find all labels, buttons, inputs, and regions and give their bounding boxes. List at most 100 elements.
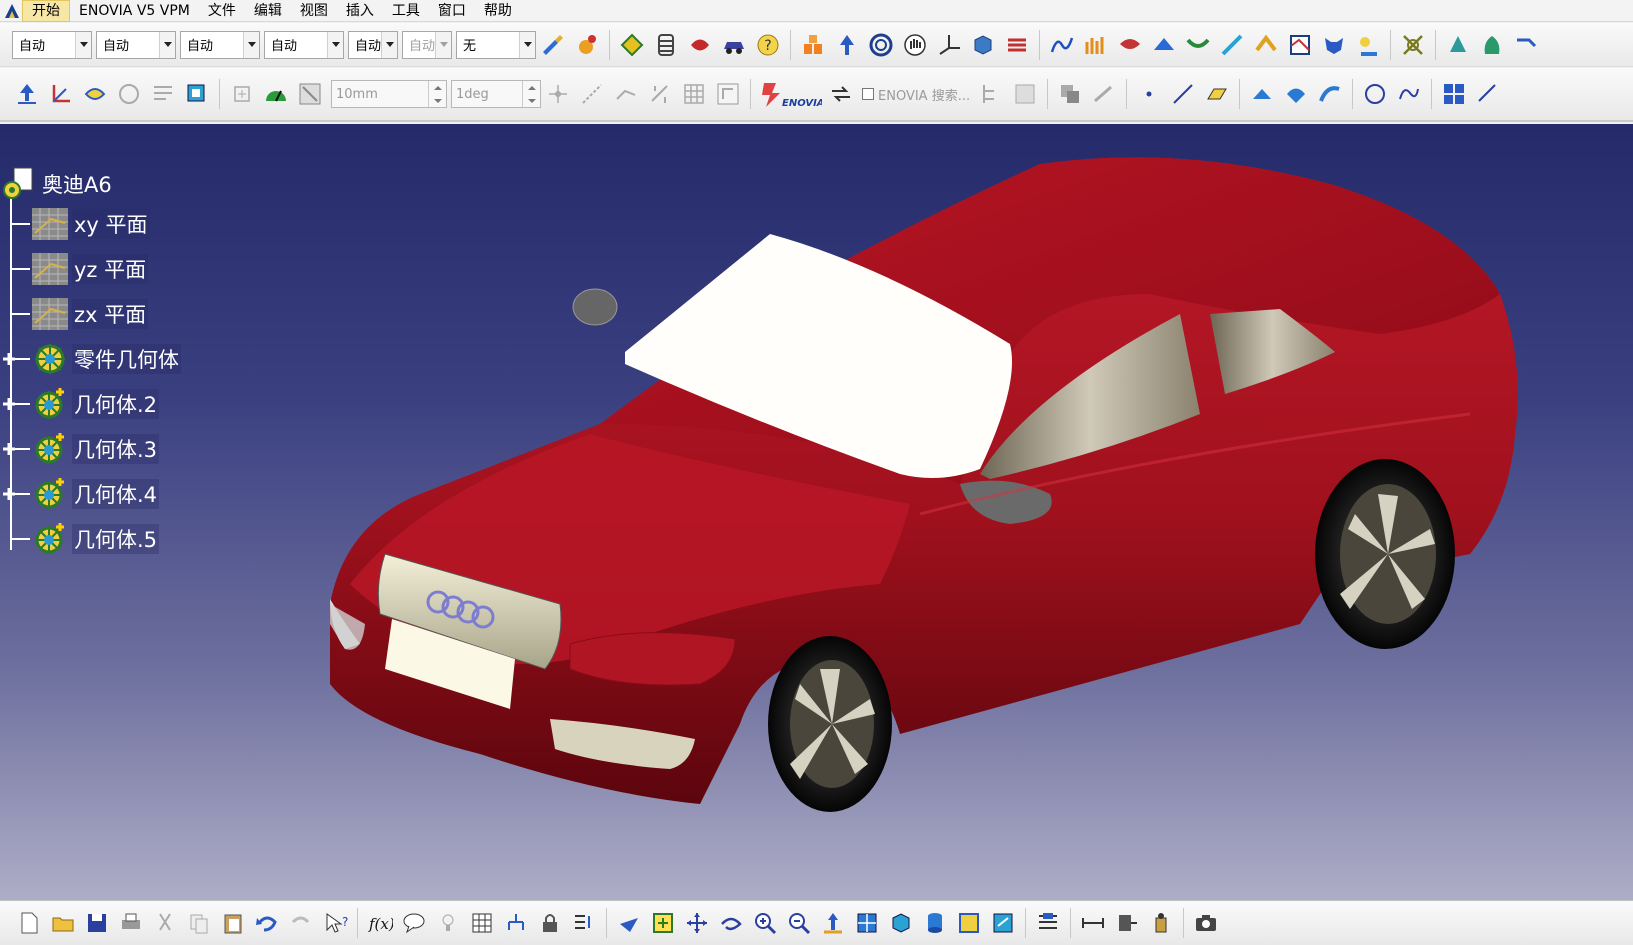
menu-edit[interactable]: 编辑 <box>245 0 291 22</box>
body-icon[interactable] <box>30 429 70 469</box>
catia-logo-icon[interactable] <box>2 1 22 21</box>
visibility-icon[interactable] <box>182 79 212 109</box>
fly-mode-icon[interactable] <box>614 908 644 938</box>
painter-icon[interactable] <box>538 30 568 60</box>
normal-view-icon[interactable] <box>818 908 848 938</box>
dashboard-icon[interactable] <box>261 79 291 109</box>
fox-icon[interactable] <box>1319 30 1349 60</box>
circle-icon[interactable] <box>1360 79 1390 109</box>
plane-icon[interactable] <box>30 204 70 244</box>
sweep-icon[interactable] <box>1315 79 1345 109</box>
tree-node-label[interactable]: 零件几何体 <box>72 344 181 374</box>
snap-icon[interactable] <box>227 79 257 109</box>
curve-analysis-icon[interactable] <box>1047 30 1077 60</box>
plane-tool-icon[interactable] <box>1202 79 1232 109</box>
menu-tools[interactable]: 工具 <box>383 0 429 22</box>
menu-insert[interactable]: 插入 <box>337 0 383 22</box>
link-icon[interactable] <box>1089 79 1119 109</box>
point-icon[interactable] <box>1134 79 1164 109</box>
transparency-combo[interactable]: 自动 <box>96 30 176 59</box>
save-icon[interactable] <box>82 908 112 938</box>
tree-node-label[interactable]: xy 平面 <box>72 209 150 239</box>
bulb-icon[interactable] <box>433 908 463 938</box>
spline-icon[interactable] <box>1394 79 1424 109</box>
menu-file[interactable]: 文件 <box>199 0 245 22</box>
tree-node-label[interactable]: yz 平面 <box>72 254 149 284</box>
expand-plus-icon[interactable] <box>1 396 17 412</box>
update-icon[interactable] <box>12 79 42 109</box>
grid-icon[interactable] <box>1398 30 1428 60</box>
revolve-icon[interactable] <box>1281 79 1311 109</box>
reframe-icon[interactable] <box>1055 79 1085 109</box>
menu-enovia[interactable]: ENOVIA V5 VPM <box>70 0 199 22</box>
car-model[interactable] <box>0 124 1633 900</box>
snap-point-icon[interactable] <box>543 79 573 109</box>
expand-plus-icon[interactable] <box>1 441 17 457</box>
layer-combo[interactable]: 无 <box>456 30 536 59</box>
enovia-search-checkbox[interactable]: ENOVIA 搜索... <box>862 85 970 104</box>
chevron-down-icon[interactable] <box>159 31 175 58</box>
plane-icon[interactable] <box>30 294 70 334</box>
redo-icon[interactable] <box>286 908 316 938</box>
map-icon[interactable] <box>1285 30 1315 60</box>
section-icon[interactable] <box>1002 30 1032 60</box>
highlight-lines-icon[interactable] <box>1251 30 1281 60</box>
chevron-down-icon[interactable] <box>381 31 397 58</box>
multi-view-bottom-icon[interactable] <box>852 908 882 938</box>
point-symbol-combo[interactable]: 自动 <box>348 30 398 59</box>
document-save-icon[interactable] <box>1010 79 1040 109</box>
construction-icon[interactable] <box>577 79 607 109</box>
chevron-down-icon[interactable] <box>75 31 91 58</box>
measure-inertia-icon[interactable] <box>1146 908 1176 938</box>
table-icon[interactable] <box>467 908 497 938</box>
tree-root-label[interactable]: 奥迪A6 <box>42 169 112 199</box>
tree-graph-icon[interactable] <box>501 908 531 938</box>
shading-icon[interactable] <box>920 908 950 938</box>
line-icon[interactable] <box>1168 79 1198 109</box>
length-step-field[interactable]: 10mm <box>331 80 447 108</box>
surface-curvature-icon[interactable] <box>1149 30 1179 60</box>
material-icon[interactable] <box>572 30 602 60</box>
color-combo[interactable]: 自动 <box>12 30 92 59</box>
part-icon[interactable] <box>0 166 36 202</box>
rotate-icon[interactable] <box>716 908 746 938</box>
corner-icon[interactable] <box>1473 79 1503 109</box>
measure-between-icon[interactable] <box>1078 908 1108 938</box>
catalog-icon[interactable] <box>1477 30 1507 60</box>
formula-icon[interactable]: f(x) <box>365 908 395 938</box>
menu-help[interactable]: 帮助 <box>475 0 521 22</box>
tree-node-label[interactable]: 几何体.5 <box>72 524 160 554</box>
zoom-in-icon[interactable] <box>750 908 780 938</box>
more-icon[interactable] <box>1511 30 1541 60</box>
measure-icon[interactable] <box>295 79 325 109</box>
undo-icon[interactable] <box>252 908 282 938</box>
spring-icon[interactable] <box>651 30 681 60</box>
connect-checker-icon[interactable] <box>1183 30 1213 60</box>
swap-space-icon[interactable] <box>114 79 144 109</box>
robot-icon[interactable] <box>713 79 743 109</box>
select-icon[interactable] <box>148 79 178 109</box>
hide-show-icon[interactable] <box>80 79 110 109</box>
whats-this-icon[interactable]: ? <box>320 908 350 938</box>
angle-step-field[interactable]: 1deg <box>451 80 541 108</box>
knowledge-icon[interactable] <box>617 30 647 60</box>
chevron-down-icon[interactable] <box>519 31 535 58</box>
multi-view-icon[interactable] <box>1439 79 1469 109</box>
chevron-down-icon[interactable] <box>327 31 343 58</box>
tree-node-label[interactable]: 几何体.4 <box>72 479 160 509</box>
body-icon[interactable] <box>30 474 70 514</box>
dress-up-icon[interactable] <box>685 30 715 60</box>
tree-node-label[interactable]: zx 平面 <box>72 299 149 329</box>
axis-icon[interactable] <box>934 30 964 60</box>
linetype-combo[interactable]: 自动 <box>264 30 344 59</box>
expand-plus-icon[interactable] <box>1 486 17 502</box>
fit-all-icon[interactable] <box>648 908 678 938</box>
3d-viewport[interactable]: 奥迪A6 xy 平面 yz 平面 zx 平面 零件几何体 几何体.2 几何体.3 几何体.4… <box>0 124 1633 900</box>
rendering-combo[interactable]: 自动 <box>402 30 452 59</box>
open-folder-icon[interactable] <box>48 908 78 938</box>
length-stepper-icon[interactable] <box>428 81 446 107</box>
zoom-out-icon[interactable] <box>784 908 814 938</box>
car-icon[interactable] <box>719 30 749 60</box>
tree-expand-icon[interactable] <box>976 79 1006 109</box>
new-file-icon[interactable] <box>14 908 44 938</box>
